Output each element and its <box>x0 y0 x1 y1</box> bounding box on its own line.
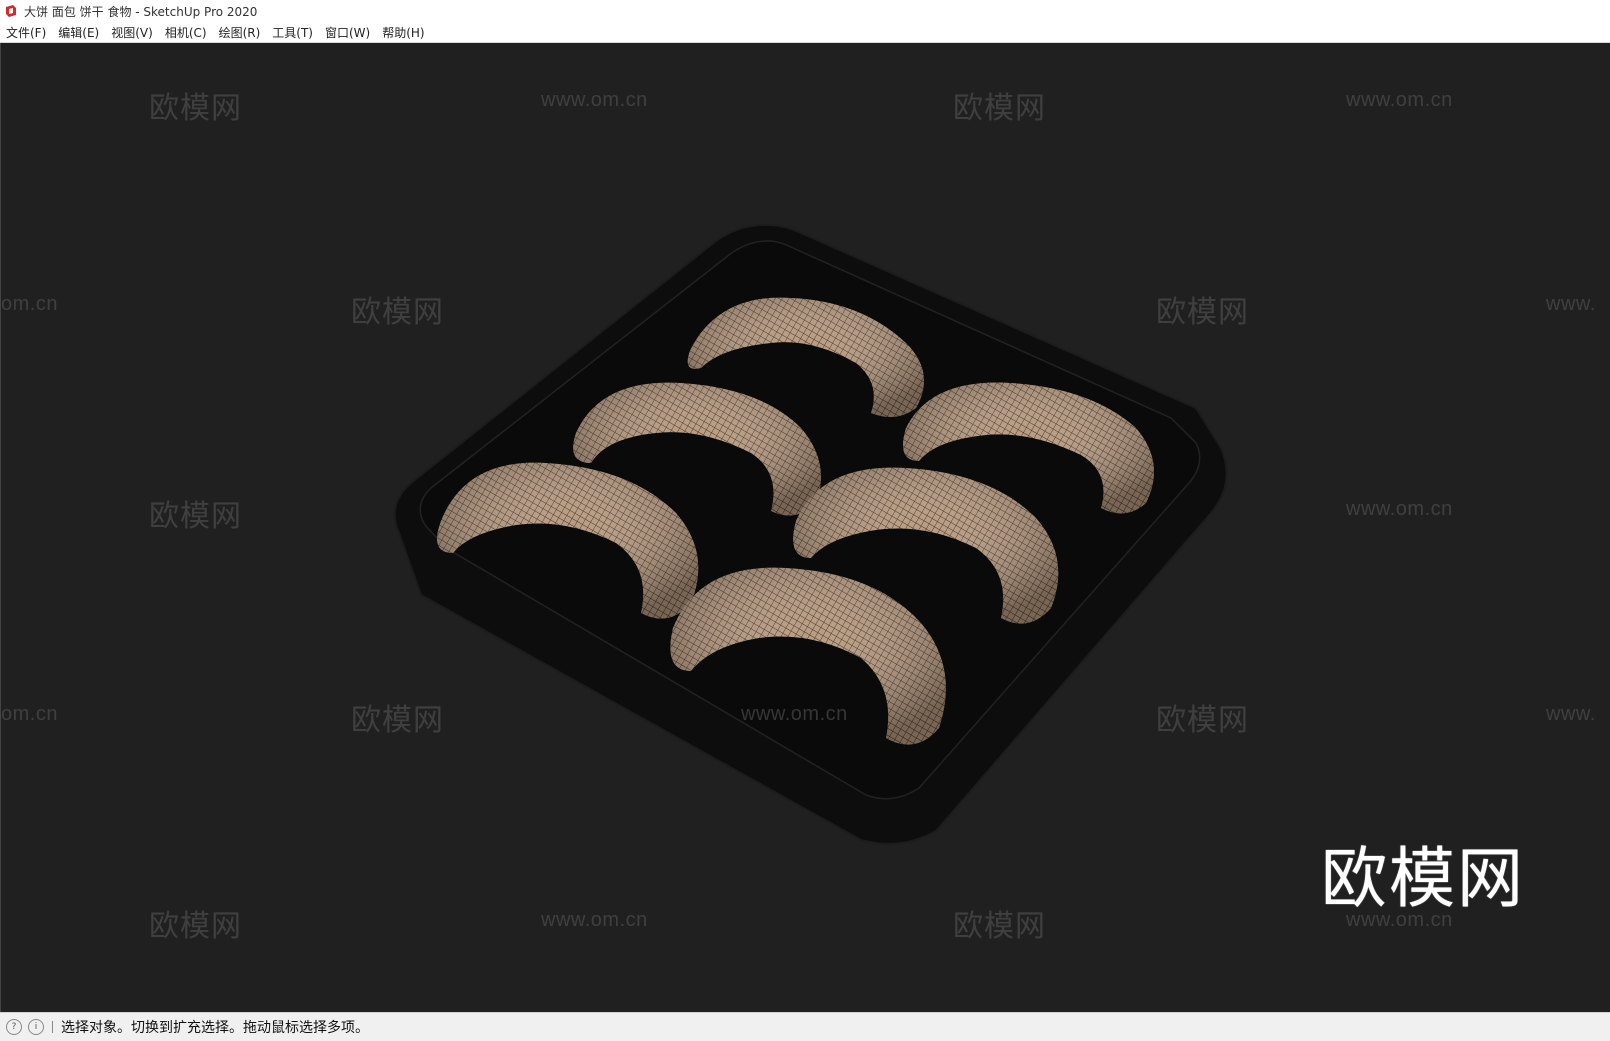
watermark-url: www.om.cn <box>1346 89 1453 111</box>
watermark-cn: 欧模网 <box>953 910 1046 943</box>
menu-file[interactable]: 文件(F) <box>0 24 52 41</box>
watermark-url: www.om.cn <box>741 703 848 725</box>
status-divider <box>52 1021 53 1033</box>
geolocation-icon[interactable]: ? <box>6 1019 22 1035</box>
status-message: 选择对象。切换到扩充选择。拖动鼠标选择多项。 <box>61 1020 369 1036</box>
menu-view[interactable]: 视图(V) <box>105 24 159 41</box>
watermark-url-partial: www. <box>1546 293 1596 315</box>
watermark-url-partial: om.cn <box>1 703 58 725</box>
watermark-cn: 欧模网 <box>351 704 444 737</box>
sketchup-logo-icon <box>6 5 16 17</box>
watermark-url: www.om.cn <box>541 89 648 111</box>
watermark-cn: 欧模网 <box>149 500 242 533</box>
menu-draw[interactable]: 绘图(R) <box>213 24 267 41</box>
status-bar: ? i 选择对象。切换到扩充选择。拖动鼠标选择多项。 <box>0 1012 1610 1041</box>
watermark-url: www.om.cn <box>1346 498 1453 520</box>
watermark-cn: 欧模网 <box>149 910 242 943</box>
menu-camera[interactable]: 相机(C) <box>159 24 213 41</box>
menu-tools[interactable]: 工具(T) <box>266 24 319 41</box>
title-bar: 大饼 面包 饼干 食物 - SketchUp Pro 2020 <box>0 0 1610 22</box>
model-viewport[interactable]: 欧模网 www.om.cn 欧模网 www.om.cn om.cn 欧模网 欧模… <box>0 43 1610 1012</box>
watermark-cn: 欧模网 <box>1156 704 1249 737</box>
menu-help[interactable]: 帮助(H) <box>376 24 430 41</box>
brand-logo: 欧模网 <box>1321 841 1525 915</box>
window-title: 大饼 面包 饼干 食物 - SketchUp Pro 2020 <box>24 4 258 19</box>
watermark-url-partial: www. <box>1546 703 1596 725</box>
watermark-cn: 欧模网 <box>351 296 444 329</box>
watermark-cn: 欧模网 <box>149 92 242 125</box>
watermark-url: www.om.cn <box>541 909 648 931</box>
menu-window[interactable]: 窗口(W) <box>319 24 376 41</box>
menu-edit[interactable]: 编辑(E) <box>52 24 105 41</box>
menu-bar: 文件(F) 编辑(E) 视图(V) 相机(C) 绘图(R) 工具(T) 窗口(W… <box>0 22 1610 43</box>
watermark-cn: 欧模网 <box>953 92 1046 125</box>
info-icon[interactable]: i <box>28 1019 44 1035</box>
watermark-cn: 欧模网 <box>1156 296 1249 329</box>
watermark-url-partial: om.cn <box>1 293 58 315</box>
